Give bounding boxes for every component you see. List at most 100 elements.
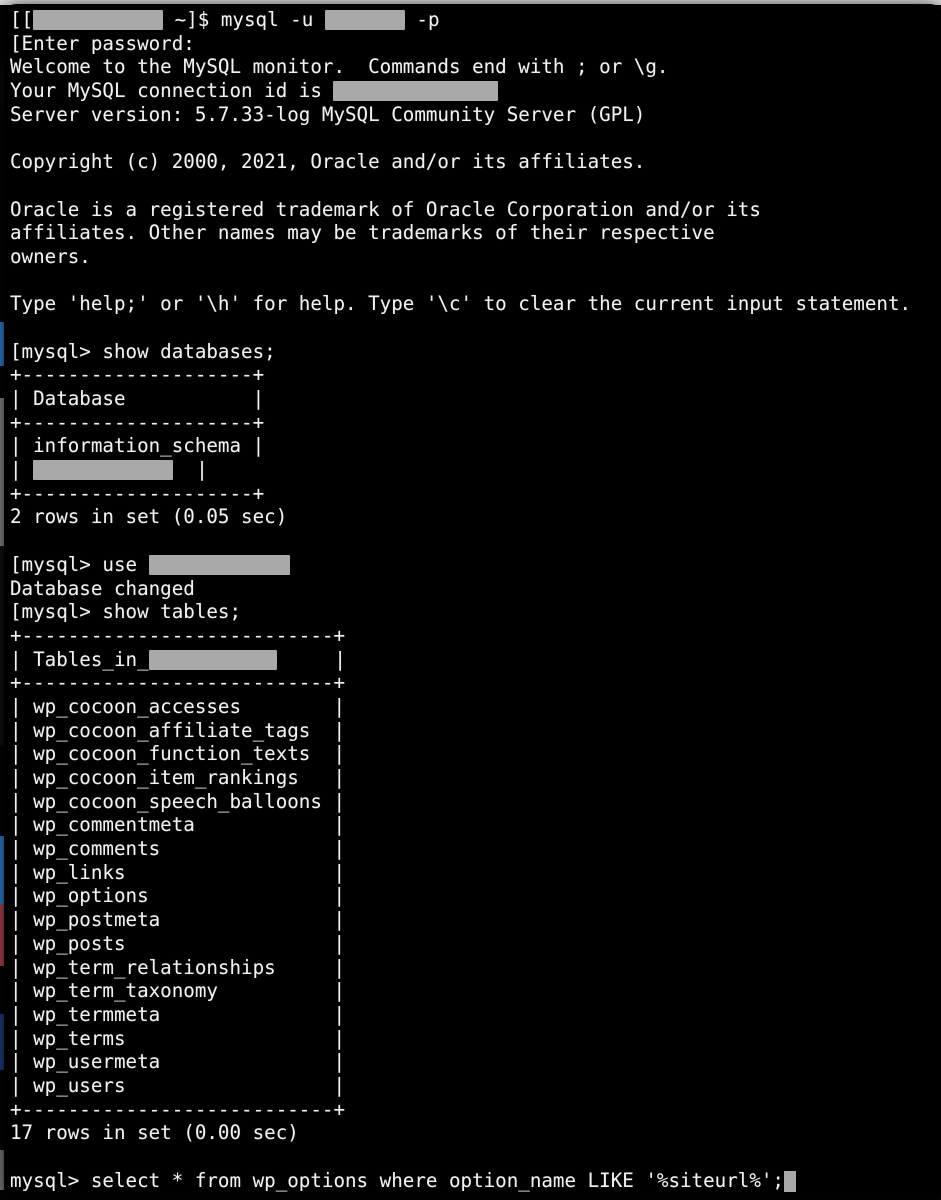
terminal-text: [[ — [10, 8, 34, 31]
terminal-line-cmd-show-tables: [mysql> show tables; — [10, 600, 941, 624]
terminal-line-blank-3 — [10, 269, 941, 293]
terminal-line-db-row-1: | information_schema | — [10, 434, 941, 458]
redaction-box — [324, 10, 405, 30]
terminal-text: | wp_cocoon_item_rankings | — [10, 766, 346, 789]
terminal-text: | wp_postmeta | — [10, 908, 346, 932]
redaction-box — [148, 649, 277, 670]
terminal-text: | wp_comments | — [10, 837, 346, 861]
terminal-line-db-header: | Database | — [10, 387, 941, 411]
terminal-line-blank-4 — [10, 316, 941, 340]
terminal-line-db-row-2: | | — [10, 458, 941, 482]
terminal-text: | wp_cocoon_speech_balloons | — [10, 789, 346, 813]
terminal-text: +--------------------+ — [10, 410, 265, 434]
terminal-text: Server version: 5.7.33-log MySQL Communi… — [10, 102, 646, 126]
terminal-text: [mysql> show tables; — [10, 600, 242, 624]
terminal-text: Welcome to the MySQL monitor. Commands e… — [10, 55, 669, 79]
terminal-line-tbl-row-9: | wp_options | — [10, 884, 941, 908]
terminal-line-db-rule-top: +--------------------+ — [10, 363, 941, 387]
terminal-line-tbl-row-10: | wp_postmeta | — [10, 908, 941, 932]
redaction-box — [333, 81, 499, 102]
terminal-line-server-version: Server version: 5.7.33-log MySQL Communi… — [10, 103, 941, 127]
terminal-line-tbl-row-5: | wp_cocoon_speech_balloons | — [10, 790, 941, 814]
terminal-line-db-changed: Database changed — [10, 577, 941, 601]
terminal-line-blank-1 — [10, 126, 941, 150]
terminal-line-tbl-row-8: | wp_links | — [10, 861, 941, 885]
terminal-text: | wp_cocoon_affiliate_tags | — [10, 718, 346, 742]
terminal-line-cmd-use-db: [mysql> use — [10, 553, 941, 577]
terminal-line-tbl-rule-bot: +---------------------------+ — [10, 1098, 941, 1122]
terminal-text: | wp_terms | — [10, 1026, 346, 1050]
terminal-text: | Tables_in_ — [10, 647, 149, 671]
terminal-line-tbl-rule-top: +---------------------------+ — [10, 624, 941, 648]
terminal-text: | information_schema | — [10, 434, 265, 458]
terminal-text: Copyright (c) 2000, 2021, Oracle and/or … — [10, 150, 646, 174]
terminal-line-trademark-1: Oracle is a registered trademark of Orac… — [10, 198, 941, 222]
terminal-text: [mysql> show databases; — [10, 339, 276, 363]
terminal-text: | wp_links | — [10, 860, 346, 884]
terminal-line-tbl-row-3: | wp_cocoon_function_texts | — [10, 742, 941, 766]
terminal-line-cmd-show-db: [mysql> show databases; — [10, 340, 941, 364]
terminal-line-tbl-rowcount: 17 rows in set (0.00 sec) — [10, 1121, 941, 1145]
terminal-line-welcome: Welcome to the MySQL monitor. Commands e… — [10, 55, 941, 79]
terminal-text: | wp_term_taxonomy | — [10, 979, 346, 1003]
terminal-line-trademark-3: owners. — [10, 245, 941, 269]
terminal-text: | wp_usermeta | — [10, 1050, 346, 1074]
terminal-text: Oracle is a registered trademark of Orac… — [10, 197, 761, 221]
terminal-text: [mysql> use — [10, 552, 149, 576]
terminal-text: | wp_cocoon_function_texts | — [10, 742, 346, 766]
terminal-line-blank-6 — [10, 1145, 941, 1169]
terminal-text: | wp_users | — [10, 1073, 346, 1097]
terminal-text: | wp_options | — [10, 884, 346, 908]
terminal-text: ~]$ mysql -u — [163, 8, 325, 31]
terminal-text: [Enter password: — [10, 31, 195, 55]
terminal-line-trademark-2: affiliates. Other names may be trademark… — [10, 221, 941, 245]
terminal-window[interactable]: [[ ~]$ mysql -u -p [Enter password: Welcom… — [5, 5, 941, 1198]
terminal-line-db-rule-bot: +--------------------+ — [10, 482, 941, 506]
terminal-line-connection-id: Your MySQL connection id is — [10, 79, 941, 103]
terminal-text: 17 rows in set (0.00 sec) — [10, 1121, 299, 1145]
terminal-line-tbl-row-2: | wp_cocoon_affiliate_tags | — [10, 719, 941, 743]
redaction-box — [33, 460, 174, 481]
terminal-text: +---------------------------+ — [10, 671, 346, 695]
terminal-line-tbl-header: | Tables_in_ | — [10, 648, 941, 672]
terminal-text: Database changed — [10, 576, 195, 600]
terminal-line-tbl-row-14: | wp_termmeta | — [10, 1003, 941, 1027]
terminal-text: Your MySQL connection id is — [10, 79, 334, 103]
terminal-text: | Database | — [10, 387, 265, 410]
terminal-output[interactable]: [[ ~]$ mysql -u -p [Enter password: Welcom… — [10, 8, 941, 1192]
text-cursor — [783, 1170, 796, 1192]
terminal-line-tbl-row-6: | wp_commentmeta | — [10, 813, 941, 837]
terminal-text: +--------------------+ — [10, 481, 265, 505]
terminal-text: 2 rows in set (0.05 sec) — [10, 505, 288, 529]
terminal-text: | — [276, 647, 346, 671]
terminal-text: | — [10, 458, 34, 482]
terminal-line-tbl-row-1: | wp_cocoon_accesses | — [10, 695, 941, 719]
terminal-line-tbl-row-15: | wp_terms | — [10, 1027, 941, 1051]
terminal-line-blank-2 — [10, 174, 941, 198]
terminal-line-tbl-rule-mid: +---------------------------+ — [10, 671, 941, 695]
terminal-text: | wp_cocoon_accesses | — [10, 694, 346, 718]
terminal-line-tbl-row-12: | wp_term_relationships | — [10, 956, 941, 980]
terminal-text: mysql> select * from wp_options where op… — [10, 1168, 784, 1192]
terminal-text: -p — [404, 8, 440, 31]
terminal-text: | — [173, 458, 208, 482]
terminal-text: | wp_commentmeta | — [10, 813, 346, 837]
terminal-line-tbl-row-17: | wp_users | — [10, 1074, 941, 1098]
terminal-text: affiliates. Other names may be trademark… — [10, 221, 715, 245]
terminal-line-tbl-row-13: | wp_term_taxonomy | — [10, 979, 941, 1003]
terminal-text: +---------------------------+ — [10, 623, 346, 647]
terminal-text: +---------------------------+ — [10, 1097, 346, 1121]
terminal-text: | wp_termmeta | — [10, 1002, 346, 1026]
terminal-line-copyright: Copyright (c) 2000, 2021, Oracle and/or … — [10, 150, 941, 174]
redaction-box — [148, 554, 290, 575]
terminal-text: | wp_term_relationships | — [10, 955, 346, 979]
terminal-line-cmd-select: mysql> select * from wp_options where op… — [10, 1169, 941, 1193]
terminal-line-tbl-row-11: | wp_posts | — [10, 932, 941, 956]
terminal-text: owners. — [10, 244, 91, 268]
